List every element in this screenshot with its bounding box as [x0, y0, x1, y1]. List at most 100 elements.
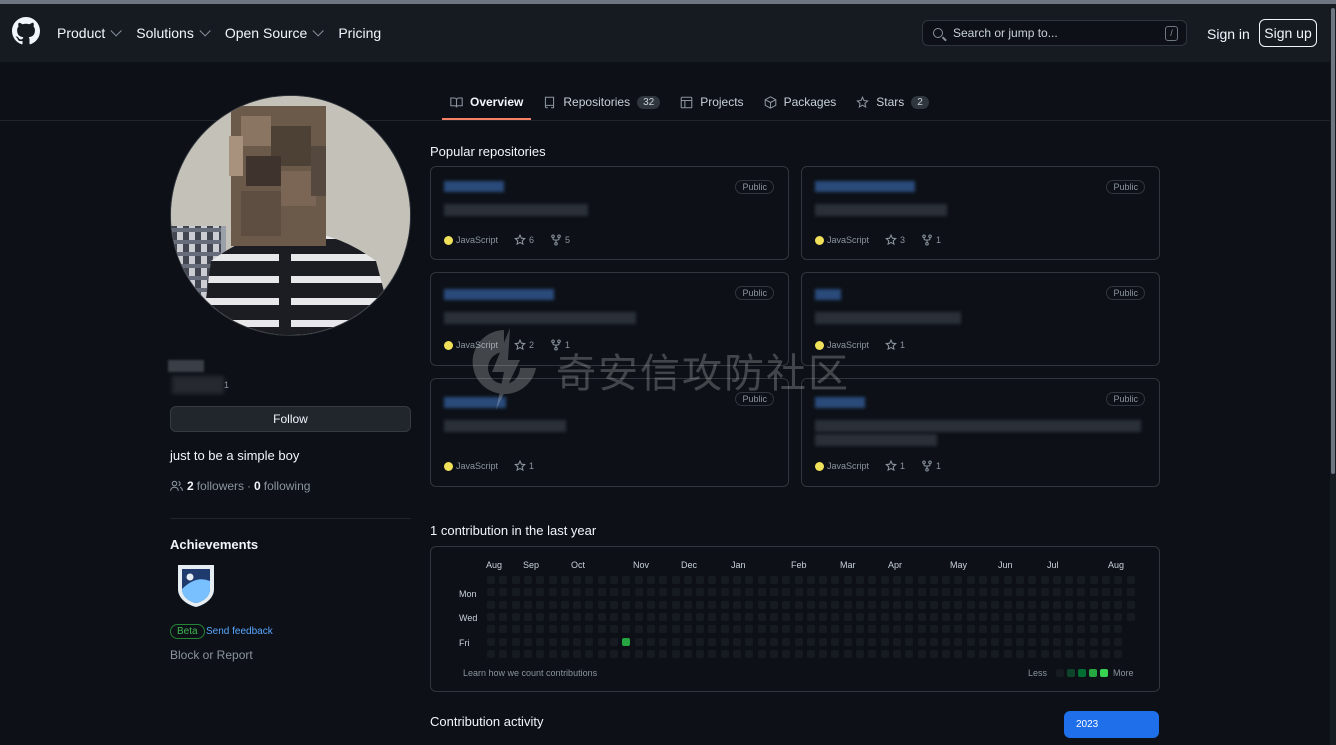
contribution-day[interactable]: [954, 625, 963, 634]
contribution-day[interactable]: [1052, 612, 1061, 621]
contribution-day[interactable]: [1089, 576, 1098, 584]
contribution-day[interactable]: [979, 576, 987, 584]
nav-product[interactable]: Product: [57, 25, 123, 41]
contribution-day[interactable]: [585, 625, 594, 634]
contribution-day[interactable]: [634, 612, 643, 621]
contribution-day[interactable]: [868, 576, 877, 584]
contribution-day[interactable]: [573, 612, 582, 621]
contribution-day[interactable]: [1077, 588, 1086, 597]
contribution-day[interactable]: [954, 576, 963, 584]
contribution-day[interactable]: [646, 612, 655, 621]
contribution-day[interactable]: [597, 600, 606, 609]
contribution-day[interactable]: [634, 637, 643, 646]
contribution-day[interactable]: [1077, 612, 1086, 621]
contribution-day[interactable]: [708, 600, 717, 609]
contribution-day[interactable]: [1089, 625, 1098, 634]
repo-name-blurred[interactable]: [444, 289, 554, 300]
contribution-day[interactable]: [511, 649, 520, 658]
contribution-day[interactable]: [1015, 588, 1024, 597]
contribution-day[interactable]: [1040, 625, 1049, 634]
contribution-day[interactable]: [819, 649, 828, 658]
contribution-day[interactable]: [585, 600, 594, 609]
contribution-day[interactable]: [585, 612, 594, 621]
contribution-day[interactable]: [659, 612, 668, 621]
contribution-day[interactable]: [708, 576, 717, 584]
sign-in-link[interactable]: Sign in: [1207, 26, 1250, 42]
contribution-day[interactable]: [856, 612, 864, 621]
repo-name-blurred[interactable]: [815, 397, 865, 408]
contribution-day[interactable]: [1052, 576, 1061, 584]
repo-stars[interactable]: 1: [900, 340, 905, 350]
contribution-day[interactable]: [929, 649, 938, 658]
contribution-day[interactable]: [610, 649, 618, 658]
repo-card[interactable]: Public JavaScript 3 1: [801, 166, 1160, 260]
contribution-day[interactable]: [659, 637, 668, 646]
contribution-day[interactable]: [1015, 649, 1024, 658]
contribution-day[interactable]: [499, 600, 508, 609]
contribution-day[interactable]: [794, 649, 803, 658]
contribution-day[interactable]: [548, 649, 557, 658]
contribution-day[interactable]: [523, 649, 532, 658]
block-or-report-link[interactable]: Block or Report: [170, 648, 253, 662]
nav-pricing[interactable]: Pricing: [338, 25, 381, 41]
contribution-day[interactable]: [782, 649, 791, 658]
contribution-day[interactable]: [1015, 576, 1024, 584]
contribution-day[interactable]: [597, 637, 606, 646]
contribution-day[interactable]: [782, 576, 791, 584]
contribution-day[interactable]: [954, 637, 963, 646]
contribution-day[interactable]: [745, 637, 754, 646]
contribution-day[interactable]: [745, 625, 754, 634]
contribution-day[interactable]: [1077, 625, 1086, 634]
contribution-day[interactable]: [610, 612, 618, 621]
contribution-day[interactable]: [499, 576, 508, 584]
contribution-day[interactable]: [622, 576, 631, 584]
repo-card[interactable]: Public JavaScript 1: [801, 272, 1160, 366]
contribution-day[interactable]: [585, 588, 594, 597]
contribution-day[interactable]: [1114, 576, 1123, 584]
contribution-day[interactable]: [806, 576, 815, 584]
contribution-day[interactable]: [806, 649, 815, 658]
contribution-day[interactable]: [671, 612, 680, 621]
contribution-day[interactable]: [708, 588, 717, 597]
contribution-day[interactable]: [733, 625, 741, 634]
tab-packages[interactable]: Packages: [756, 84, 845, 120]
contribution-day[interactable]: [979, 625, 987, 634]
contribution-day[interactable]: [1028, 576, 1037, 584]
contribution-day[interactable]: [1114, 612, 1123, 621]
contribution-day[interactable]: [548, 612, 557, 621]
contribution-day[interactable]: [1040, 600, 1049, 609]
contribution-day[interactable]: [892, 600, 901, 609]
repo-card[interactable]: Public JavaScript 1: [430, 378, 789, 487]
contribution-day[interactable]: [1077, 576, 1086, 584]
contribution-day[interactable]: [1065, 576, 1074, 584]
contribution-day[interactable]: [819, 612, 828, 621]
contribution-day[interactable]: [720, 600, 729, 609]
contribution-day[interactable]: [794, 637, 803, 646]
contribution-day[interactable]: [1114, 588, 1123, 597]
contribution-day[interactable]: [536, 637, 545, 646]
followers-count[interactable]: 2: [187, 479, 194, 493]
follow-button[interactable]: Follow: [170, 406, 411, 432]
contribution-day[interactable]: [523, 576, 532, 584]
contribution-day[interactable]: [573, 625, 582, 634]
contribution-day[interactable]: [487, 649, 495, 658]
contribution-day[interactable]: [1040, 612, 1049, 621]
contribution-day[interactable]: [696, 612, 705, 621]
contribution-day[interactable]: [634, 576, 643, 584]
contribution-day[interactable]: [979, 637, 987, 646]
contribution-day[interactable]: [880, 600, 889, 609]
contribution-day[interactable]: [560, 625, 569, 634]
contribution-day[interactable]: [991, 649, 1000, 658]
repo-card[interactable]: Public JavaScript 2 1: [430, 272, 789, 366]
contribution-day[interactable]: [905, 588, 914, 597]
contribution-day[interactable]: [856, 600, 864, 609]
contribution-day[interactable]: [511, 612, 520, 621]
following-link[interactable]: following: [264, 479, 311, 493]
contribution-day[interactable]: [929, 637, 938, 646]
contribution-day[interactable]: [1065, 600, 1074, 609]
contribution-day[interactable]: [782, 588, 791, 597]
contribution-day[interactable]: [979, 612, 987, 621]
contribution-day[interactable]: [868, 600, 877, 609]
contribution-day[interactable]: [733, 637, 741, 646]
tab-projects[interactable]: Projects: [672, 84, 751, 120]
